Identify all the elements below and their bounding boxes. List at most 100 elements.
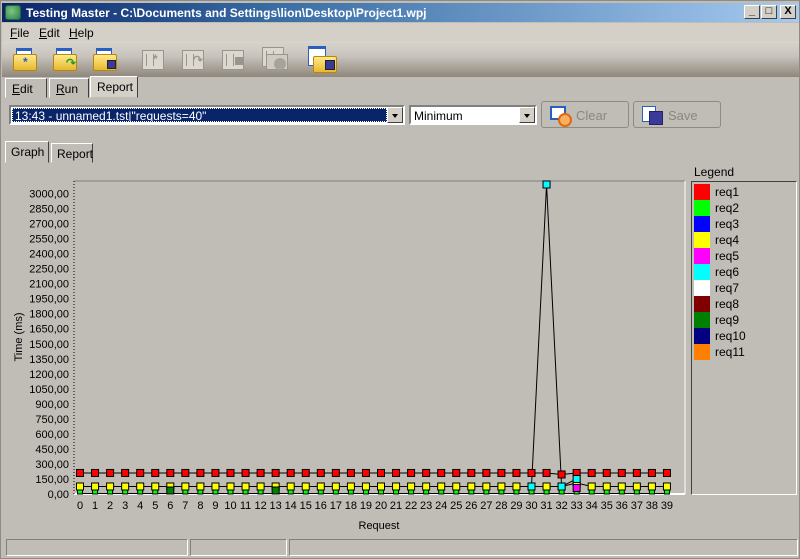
legend-swatch (694, 184, 710, 200)
y-tick-label: 2700,00 (29, 219, 69, 231)
data-point-req1 (106, 468, 115, 477)
data-point-req4 (361, 482, 370, 491)
status-pane-2 (190, 539, 287, 556)
data-point-req1 (121, 468, 130, 477)
x-tick-label: 28 (495, 500, 507, 512)
x-tick-label: 2 (107, 500, 113, 512)
y-tick-label: 1350,00 (29, 354, 69, 366)
data-point-req5 (572, 483, 581, 492)
data-point-req1 (647, 468, 656, 477)
data-point-req1 (662, 468, 671, 477)
data-point-req4 (286, 482, 295, 491)
legend-swatch (694, 216, 710, 232)
data-point-req1 (151, 468, 160, 477)
response-time-chart: 0,00 150,00 300,00 450,00 600,00 750,00 900,00… (13, 180, 686, 532)
x-tick-label: 11 (240, 500, 251, 512)
data-point-req4 (106, 482, 115, 491)
data-point-req4 (392, 482, 401, 491)
data-point-req1 (422, 468, 431, 477)
data-point-req1 (377, 468, 385, 477)
x-tick-label: 5 (152, 500, 158, 512)
legend-swatch (694, 200, 710, 216)
x-tick-label: 20 (375, 500, 387, 512)
x-tick-label: 37 (631, 500, 643, 512)
data-point-req4 (91, 482, 100, 491)
x-tick-label: 1 (92, 500, 98, 512)
data-point-req1 (632, 468, 641, 477)
legend-swatch (694, 232, 710, 248)
legend-label: req1 (715, 185, 740, 199)
legend-swatch (694, 248, 710, 264)
x-tick-label: 39 (661, 500, 673, 512)
data-point-req9 (166, 486, 175, 495)
legend-label: req6 (715, 265, 740, 279)
x-tick-label: 36 (616, 500, 628, 512)
status-bar (3, 539, 799, 557)
data-point-req9 (271, 486, 280, 495)
x-tick-label: 27 (480, 500, 492, 512)
data-point-req4 (542, 482, 551, 491)
x-tick-label: 6 (167, 500, 173, 512)
data-point-req4 (377, 482, 385, 491)
data-point-req1 (437, 468, 446, 477)
data-point-req4 (617, 482, 626, 491)
legend-swatch (694, 344, 710, 360)
x-tick-label: 3 (122, 500, 128, 512)
data-point-req6 (542, 180, 551, 189)
legend-title: Legend (694, 165, 735, 179)
x-tick-label: 16 (315, 500, 327, 512)
data-point-req4 (422, 482, 431, 491)
data-point-req4 (437, 482, 446, 491)
legend-label: req8 (715, 297, 740, 311)
x-tick-label: 29 (510, 500, 522, 512)
status-pane-3 (289, 539, 798, 556)
y-tick-label: 600,00 (35, 429, 69, 441)
data-point-req1 (181, 468, 190, 477)
x-tick-label: 30 (525, 500, 537, 512)
data-point-req1 (331, 468, 340, 477)
x-tick-label: 26 (465, 500, 477, 512)
data-point-req4 (467, 482, 476, 491)
x-tick-label: 22 (405, 500, 417, 512)
data-point-req4 (587, 482, 596, 491)
data-point-req4 (241, 482, 250, 491)
y-tick-label: 2100,00 (29, 279, 69, 291)
data-point-req4 (76, 482, 84, 491)
data-point-req4 (301, 482, 310, 491)
x-tick-label: 25 (450, 500, 462, 512)
data-point-req1 (407, 468, 416, 477)
status-pane-1 (6, 539, 188, 556)
x-tick-label: 14 (285, 500, 297, 512)
data-point-req4 (136, 482, 145, 491)
x-tick-label: 38 (646, 500, 658, 512)
legend-label: req11 (715, 345, 745, 359)
data-point-req1 (557, 470, 566, 479)
data-point-req4 (226, 482, 235, 491)
data-point-req4 (346, 482, 355, 491)
data-point-req1 (241, 468, 250, 477)
y-tick-label: 2850,00 (29, 204, 69, 216)
data-point-req4 (181, 482, 190, 491)
legend-label: req3 (715, 217, 740, 231)
data-point-req1 (512, 468, 521, 477)
data-point-req1 (452, 468, 461, 477)
data-point-req4 (632, 482, 641, 491)
data-point-req4 (407, 482, 416, 491)
data-point-req1 (482, 468, 491, 477)
data-point-req1 (256, 468, 265, 477)
legend-label: req10 (715, 329, 746, 343)
x-tick-label: 0 (77, 500, 83, 512)
data-point-req1 (271, 468, 280, 477)
y-tick-label: 150,00 (35, 474, 69, 486)
x-tick-label: 33 (571, 500, 583, 512)
data-point-req6 (572, 474, 581, 483)
y-tick-label: 1650,00 (29, 324, 69, 336)
legend: req1 req2 req3 req4 req5 req6 req7 req8 req9 req1… (691, 181, 797, 495)
data-point-req4 (482, 482, 491, 491)
data-point-req4 (512, 482, 521, 491)
data-point-req1 (587, 468, 596, 477)
series-line-req6 (531, 184, 577, 488)
data-point-req1 (346, 468, 355, 477)
legend-label: req4 (715, 233, 740, 247)
data-point-req4 (662, 482, 671, 491)
